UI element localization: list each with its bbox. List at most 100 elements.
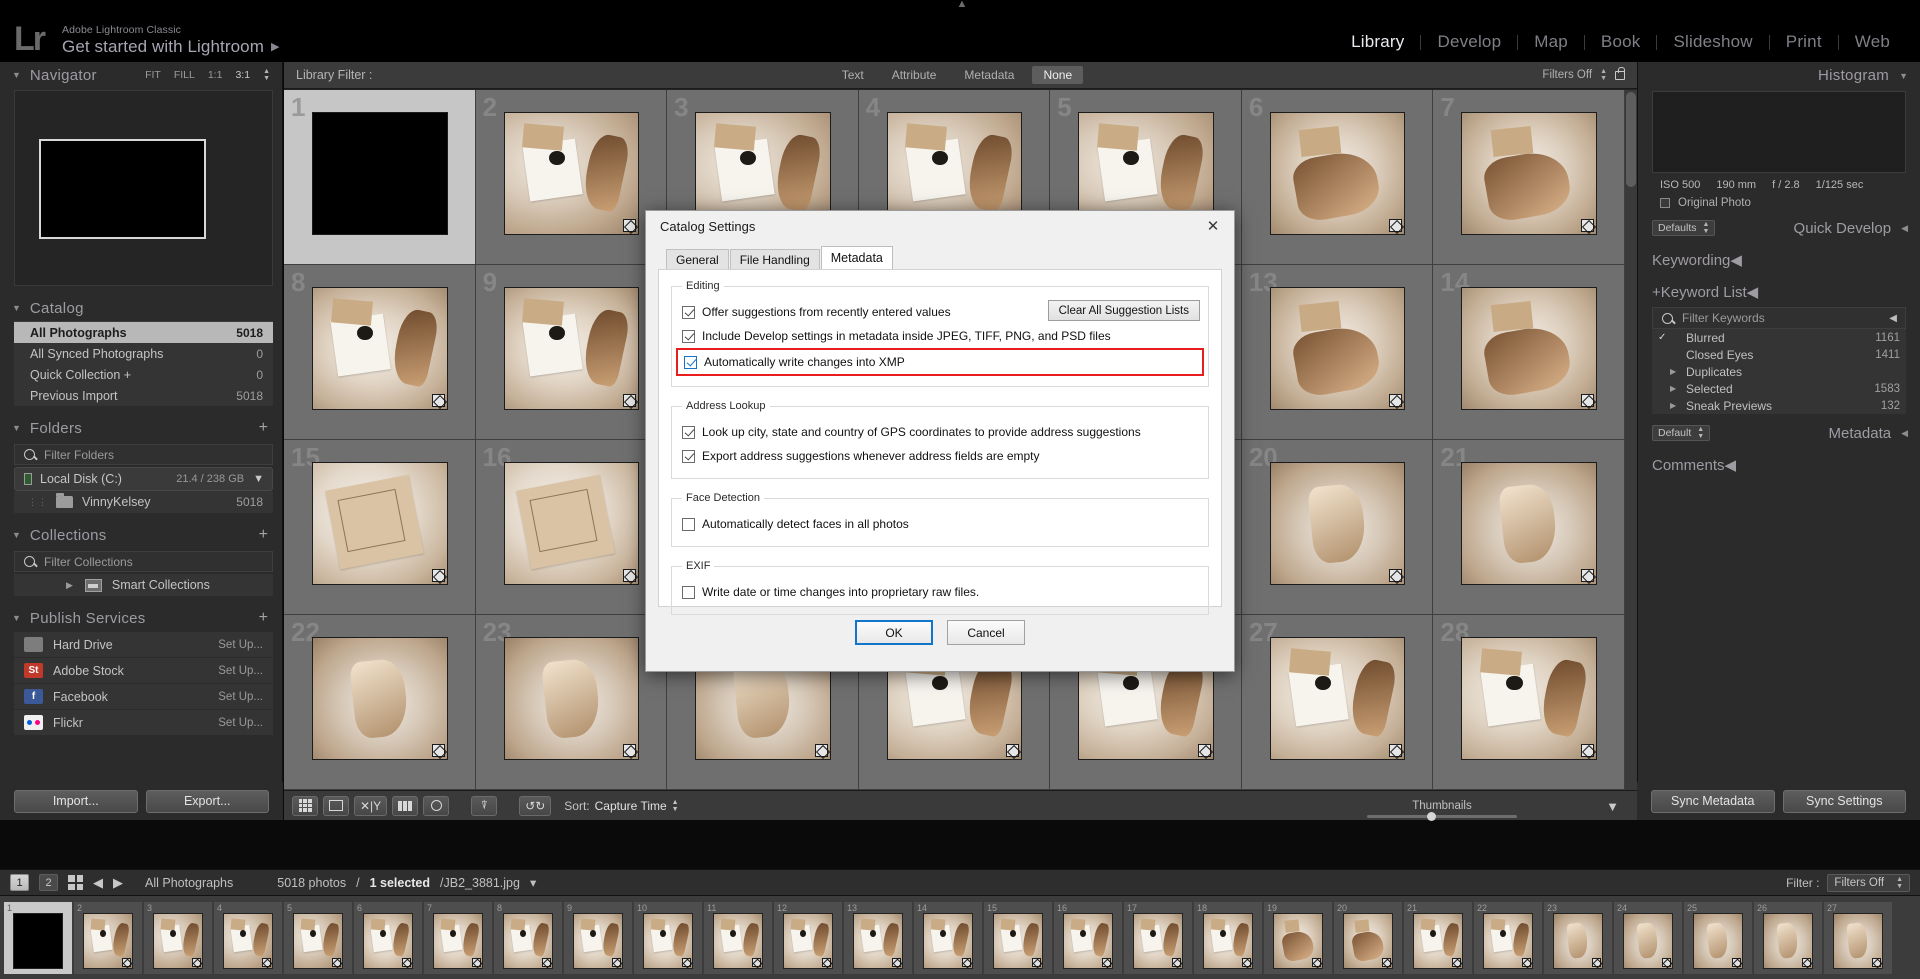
toolbar-caret-icon[interactable]: ▼ bbox=[1606, 799, 1619, 814]
module-book[interactable]: Book bbox=[1585, 32, 1657, 52]
metadata-badge-icon[interactable] bbox=[1581, 219, 1594, 232]
metadata-badge-icon[interactable] bbox=[682, 958, 691, 967]
metadata-badge-icon[interactable] bbox=[612, 958, 621, 967]
metadata-badge-icon[interactable] bbox=[1662, 958, 1671, 967]
module-map[interactable]: Map bbox=[1518, 32, 1584, 52]
keyword-row[interactable]: ▶Duplicates bbox=[1652, 363, 1906, 380]
filmstrip-thumbnail[interactable] bbox=[993, 913, 1043, 969]
survey-view-icon[interactable] bbox=[392, 796, 418, 816]
filmstrip-cell[interactable]: 5 bbox=[284, 902, 352, 974]
smart-collections-row[interactable]: ▶ Smart Collections bbox=[14, 574, 273, 596]
navigator-preview[interactable] bbox=[14, 90, 273, 286]
filmstrip-cell[interactable]: 14 bbox=[914, 902, 982, 974]
grid-cell[interactable]: 16 bbox=[476, 440, 668, 615]
filmstrip-cell[interactable]: 4 bbox=[214, 902, 282, 974]
checkbox-row[interactable]: Automatically write changes into XMP bbox=[676, 348, 1204, 376]
module-slideshow[interactable]: Slideshow bbox=[1657, 32, 1768, 52]
metadata-badge-icon[interactable] bbox=[815, 744, 828, 757]
catalog-row[interactable]: All Photographs5018 bbox=[14, 322, 273, 343]
metadata-badge-icon[interactable] bbox=[472, 958, 481, 967]
filter-keywords-input[interactable]: Filter Keywords ◀ bbox=[1652, 307, 1906, 329]
photo-thumbnail[interactable] bbox=[312, 287, 448, 410]
zoom-fit[interactable]: FIT bbox=[145, 69, 161, 81]
sync-metadata-button[interactable]: Sync Metadata bbox=[1651, 790, 1775, 813]
add-publish-service-icon[interactable]: + bbox=[259, 609, 282, 627]
keyword-disclosure-icon[interactable]: ▶ bbox=[1670, 401, 1682, 410]
rotate-icon[interactable]: ↺↻ bbox=[519, 796, 551, 816]
metadata-badge-icon[interactable] bbox=[122, 958, 131, 967]
filmstrip-thumbnail[interactable] bbox=[363, 913, 413, 969]
module-develop[interactable]: Develop bbox=[1421, 32, 1517, 52]
keyword-row[interactable]: Closed Eyes1411 bbox=[1652, 346, 1906, 363]
metadata-badge-icon[interactable] bbox=[1732, 958, 1741, 967]
metadata-badge-icon[interactable] bbox=[1102, 958, 1111, 967]
dialog-tab-general[interactable]: General bbox=[666, 249, 729, 269]
filmstrip-thumbnail[interactable] bbox=[1833, 913, 1883, 969]
grid-cell[interactable]: 20 bbox=[1242, 440, 1434, 615]
photo-thumbnail[interactable] bbox=[312, 112, 448, 235]
metadata-badge-icon[interactable] bbox=[1802, 958, 1811, 967]
keyword-row[interactable]: ▶Sneak Previews132 bbox=[1652, 397, 1906, 414]
grid-cell[interactable]: 15 bbox=[284, 440, 476, 615]
navigator-header[interactable]: ▼ Navigator FIT FILL 1:1 3:1 ▲▼ bbox=[0, 62, 282, 88]
metadata-badge-icon[interactable] bbox=[1389, 219, 1402, 232]
checkbox-icon[interactable] bbox=[682, 450, 695, 463]
photo-thumbnail[interactable] bbox=[1270, 112, 1406, 235]
module-web[interactable]: Web bbox=[1839, 32, 1906, 52]
disclosure-triangle-icon[interactable]: ◀ bbox=[1747, 283, 1759, 301]
module-library[interactable]: Library bbox=[1335, 32, 1420, 52]
filename-caret-icon[interactable]: ▾ bbox=[530, 875, 536, 890]
checkbox-icon[interactable] bbox=[682, 306, 695, 319]
publish-service-row[interactable]: FlickrSet Up... bbox=[14, 710, 273, 735]
disclosure-triangle-icon[interactable]: ▼ bbox=[1899, 71, 1908, 81]
metadata-badge-icon[interactable] bbox=[623, 394, 636, 407]
metadata-badge-icon[interactable] bbox=[623, 744, 636, 757]
disclosure-triangle-icon[interactable]: ▼ bbox=[12, 303, 21, 313]
volume-chevron-icon[interactable]: ▼ bbox=[253, 473, 264, 485]
clear-all-suggestion-lists-button[interactable]: Clear All Suggestion Lists bbox=[1048, 300, 1200, 321]
catalog-row[interactable]: Quick Collection +0 bbox=[14, 364, 273, 385]
filmstrip-cell[interactable]: 21 bbox=[1404, 902, 1472, 974]
keyword-filter-caret-icon[interactable]: ◀ bbox=[1889, 313, 1897, 324]
filmstrip[interactable]: 1234567891011121314151617181920212223242… bbox=[0, 896, 1920, 979]
filter-tab-none[interactable]: None bbox=[1032, 66, 1083, 84]
metadata-badge-icon[interactable] bbox=[962, 958, 971, 967]
loupe-view-icon[interactable] bbox=[323, 796, 349, 816]
photo-thumbnail[interactable] bbox=[504, 287, 640, 410]
metadata-badge-icon[interactable] bbox=[1581, 569, 1594, 582]
filmstrip-thumbnail[interactable] bbox=[1623, 913, 1673, 969]
disclosure-triangle-icon[interactable]: ▶ bbox=[66, 580, 73, 591]
publish-service-row[interactable]: StAdobe StockSet Up... bbox=[14, 658, 273, 683]
photo-thumbnail[interactable] bbox=[1461, 112, 1597, 235]
comments-header[interactable]: Comments ◀ bbox=[1638, 452, 1920, 478]
filmstrip-cell[interactable]: 6 bbox=[354, 902, 422, 974]
add-keyword-icon[interactable]: + bbox=[1652, 284, 1661, 301]
histogram-header[interactable]: Histogram ▼ bbox=[1638, 62, 1920, 89]
publish-service-setup[interactable]: Set Up... bbox=[218, 665, 263, 677]
metadata-badge-icon[interactable] bbox=[1172, 958, 1181, 967]
people-view-icon[interactable] bbox=[423, 796, 449, 816]
dialog-tab-metadata[interactable]: Metadata bbox=[821, 246, 893, 269]
filmstrip-thumbnail[interactable] bbox=[1693, 913, 1743, 969]
checkbox-icon[interactable] bbox=[682, 330, 695, 343]
ok-button[interactable]: OK bbox=[855, 620, 933, 645]
filmstrip-cell[interactable]: 26 bbox=[1754, 902, 1822, 974]
thumbnail-size-slider[interactable]: Thumbnails bbox=[1367, 800, 1517, 818]
checkbox-row[interactable]: Write date or time changes into propriet… bbox=[682, 580, 1198, 604]
filmstrip-thumbnail[interactable] bbox=[713, 913, 763, 969]
checkbox-row[interactable]: Export address suggestions whenever addr… bbox=[682, 444, 1198, 468]
filmstrip-cell[interactable]: 24 bbox=[1614, 902, 1682, 974]
filmstrip-thumbnail[interactable] bbox=[643, 913, 693, 969]
grid-cell[interactable]: 22 bbox=[284, 615, 476, 790]
metadata-badge-icon[interactable] bbox=[1581, 394, 1594, 407]
photo-thumbnail[interactable] bbox=[1461, 287, 1597, 410]
checkbox-row[interactable]: Include Develop settings in metadata ins… bbox=[682, 324, 1198, 348]
close-icon[interactable]: ✕ bbox=[1200, 215, 1226, 237]
metadata-badge-icon[interactable] bbox=[1389, 744, 1402, 757]
zoom-stepper-icon[interactable]: ▲▼ bbox=[263, 68, 270, 82]
metadata-badge-icon[interactable] bbox=[192, 958, 201, 967]
dialog-tab-file-handling[interactable]: File Handling bbox=[730, 249, 820, 269]
photo-thumbnail[interactable] bbox=[1461, 637, 1597, 760]
metadata-badge-icon[interactable] bbox=[1872, 958, 1881, 967]
metadata-badge-icon[interactable] bbox=[1592, 958, 1601, 967]
